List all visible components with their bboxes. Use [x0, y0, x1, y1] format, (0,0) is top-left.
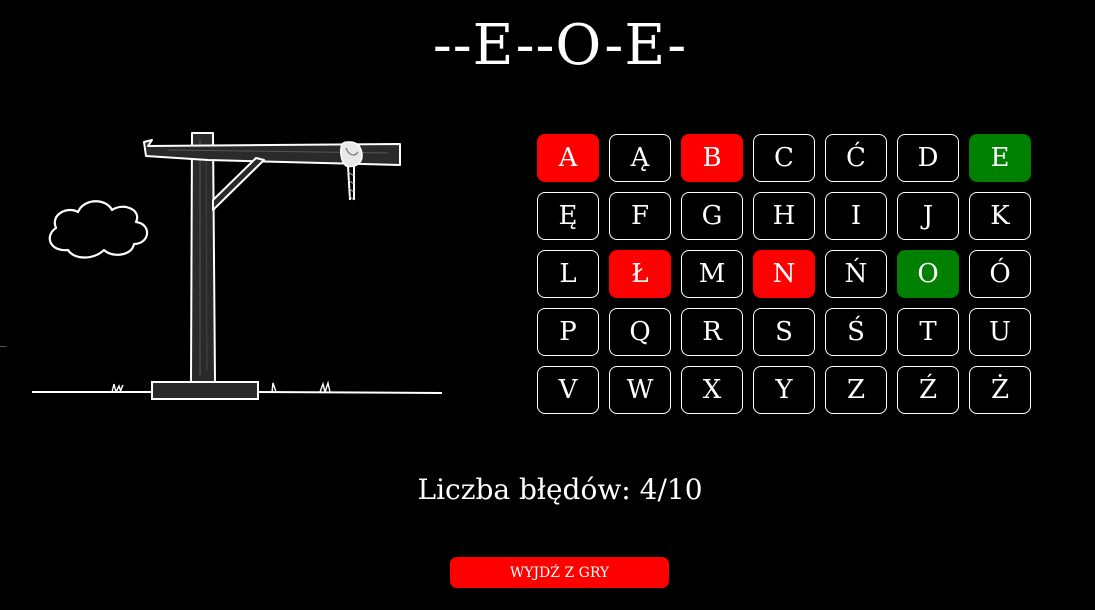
letter-key[interactable]: T	[897, 308, 959, 356]
error-counter: Liczba błędów: 4/10	[0, 470, 1095, 510]
letter-key[interactable]: N	[753, 250, 815, 298]
letter-key[interactable]: Y	[753, 366, 815, 414]
letter-key[interactable]: O	[897, 250, 959, 298]
gallows-base	[151, 381, 259, 400]
letter-key[interactable]: Ł	[609, 250, 671, 298]
letter-keyboard: AĄBCĆDE ĘFGHIJK LŁMNŃOÓ PQRSŚTU VWXYZŹŻ	[537, 134, 1031, 414]
letter-key[interactable]: H	[753, 192, 815, 240]
letter-key[interactable]: Ż	[969, 366, 1031, 414]
letter-key[interactable]: D	[897, 134, 959, 182]
letter-key[interactable]: M	[681, 250, 743, 298]
letter-key[interactable]: Ę	[537, 192, 599, 240]
letter-key[interactable]: Ć	[825, 134, 887, 182]
letter-key[interactable]: F	[609, 192, 671, 240]
errors-label: Liczba błędów:	[417, 473, 631, 506]
letter-key[interactable]: A	[537, 134, 599, 182]
letter-key[interactable]: E	[969, 134, 1031, 182]
window-edge-divider	[0, 346, 6, 347]
letter-key[interactable]: B	[681, 134, 743, 182]
letter-key[interactable]: Ą	[609, 134, 671, 182]
cloud-icon	[48, 200, 149, 259]
letter-key[interactable]: R	[681, 308, 743, 356]
letter-key[interactable]: Ó	[969, 250, 1031, 298]
exit-game-button[interactable]: WYJDŹ Z GRY	[450, 557, 669, 588]
letter-key[interactable]: Ś	[825, 308, 887, 356]
letter-key[interactable]: G	[681, 192, 743, 240]
errors-count: 4/10	[639, 473, 703, 506]
gallows-brace	[212, 157, 265, 211]
letter-key[interactable]: K	[969, 192, 1031, 240]
letter-key[interactable]: Q	[609, 308, 671, 356]
letter-key[interactable]: I	[825, 192, 887, 240]
letter-key[interactable]: V	[537, 366, 599, 414]
word-pattern: --E--O-E-	[432, 13, 688, 78]
letter-key[interactable]: P	[537, 308, 599, 356]
letter-key[interactable]: J	[897, 192, 959, 240]
hangman-drawing	[28, 120, 448, 410]
letter-key[interactable]: W	[609, 366, 671, 414]
letter-key[interactable]: Ź	[897, 366, 959, 414]
letter-key[interactable]: X	[681, 366, 743, 414]
letter-key[interactable]: U	[969, 308, 1031, 356]
letter-key[interactable]: Z	[825, 366, 887, 414]
letter-key[interactable]: Ń	[825, 250, 887, 298]
gallows-post	[190, 132, 216, 383]
letter-key[interactable]: S	[753, 308, 815, 356]
letter-key[interactable]: L	[537, 250, 599, 298]
letter-key[interactable]: C	[753, 134, 815, 182]
